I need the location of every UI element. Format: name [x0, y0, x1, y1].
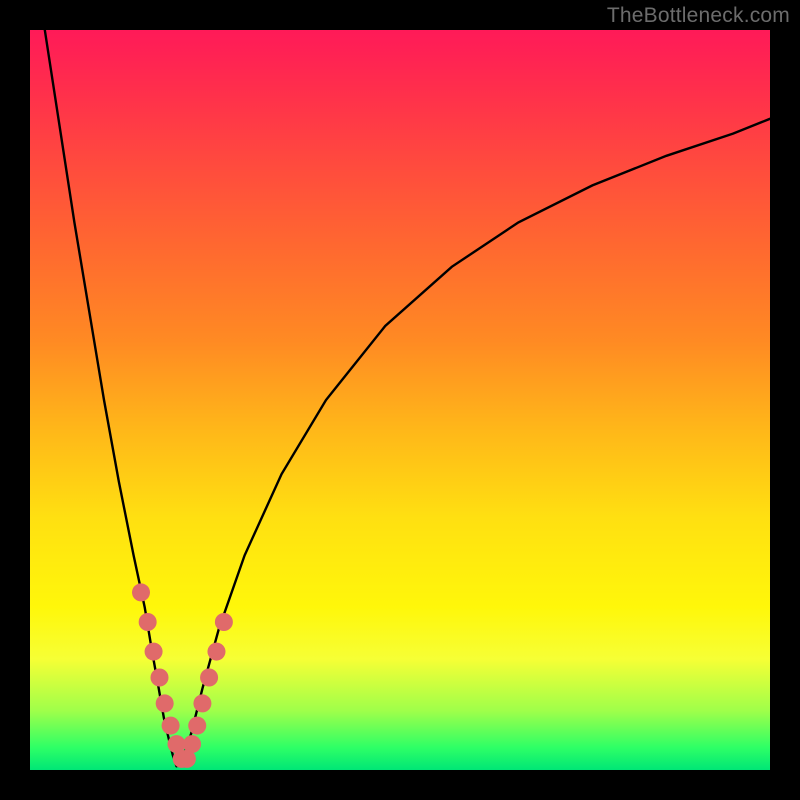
highlight-dot: [207, 643, 225, 661]
highlight-dot: [193, 694, 211, 712]
highlight-dot: [151, 669, 169, 687]
highlight-dot: [132, 583, 150, 601]
curve-right-branch: [179, 119, 770, 767]
highlight-dot: [183, 735, 201, 753]
highlight-dot: [162, 717, 180, 735]
highlight-dot: [139, 613, 157, 631]
chart-svg: [30, 30, 770, 770]
plot-area: [30, 30, 770, 770]
highlight-dot: [188, 717, 206, 735]
highlight-dot: [156, 694, 174, 712]
highlight-dot: [200, 669, 218, 687]
highlight-dot: [215, 613, 233, 631]
marker-group: [132, 583, 233, 768]
highlight-dot: [145, 643, 163, 661]
chart-frame: TheBottleneck.com: [0, 0, 800, 800]
watermark-text: TheBottleneck.com: [607, 4, 790, 28]
